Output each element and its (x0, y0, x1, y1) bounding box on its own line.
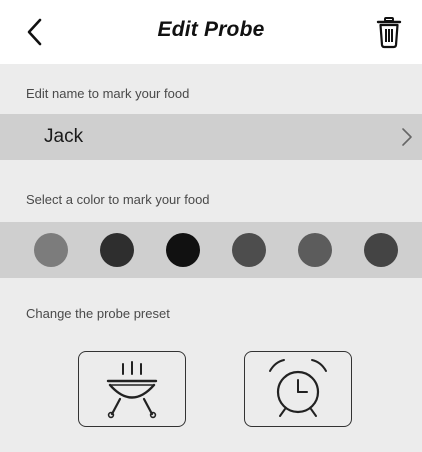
edit-probe-screen: Edit Probe Edit name to mark your food J… (0, 0, 422, 452)
color-section-label: Select a color to mark your food (26, 192, 210, 207)
color-swatch-6[interactable] (364, 233, 398, 267)
timer-preset-button[interactable] (244, 351, 352, 427)
color-swatch-3[interactable] (166, 233, 200, 267)
grill-preset-button[interactable] (78, 351, 186, 427)
name-section-label: Edit name to mark your food (26, 86, 190, 101)
delete-button[interactable] (374, 14, 404, 50)
trash-icon (376, 17, 402, 49)
header: Edit Probe (0, 0, 422, 64)
color-swatch-1[interactable] (34, 233, 68, 267)
probe-name-value: Jack (44, 126, 84, 147)
probe-name-field[interactable]: Jack (0, 114, 422, 160)
alarm-clock-icon (269, 359, 327, 417)
color-swatch-5[interactable] (298, 233, 332, 267)
color-swatch-4[interactable] (232, 233, 266, 267)
color-swatch-2[interactable] (100, 233, 134, 267)
color-picker (0, 222, 422, 278)
grill-icon (106, 361, 158, 419)
page-title: Edit Probe (157, 18, 265, 41)
chevron-right-icon (402, 128, 412, 146)
preset-section-label: Change the probe preset (26, 306, 170, 321)
